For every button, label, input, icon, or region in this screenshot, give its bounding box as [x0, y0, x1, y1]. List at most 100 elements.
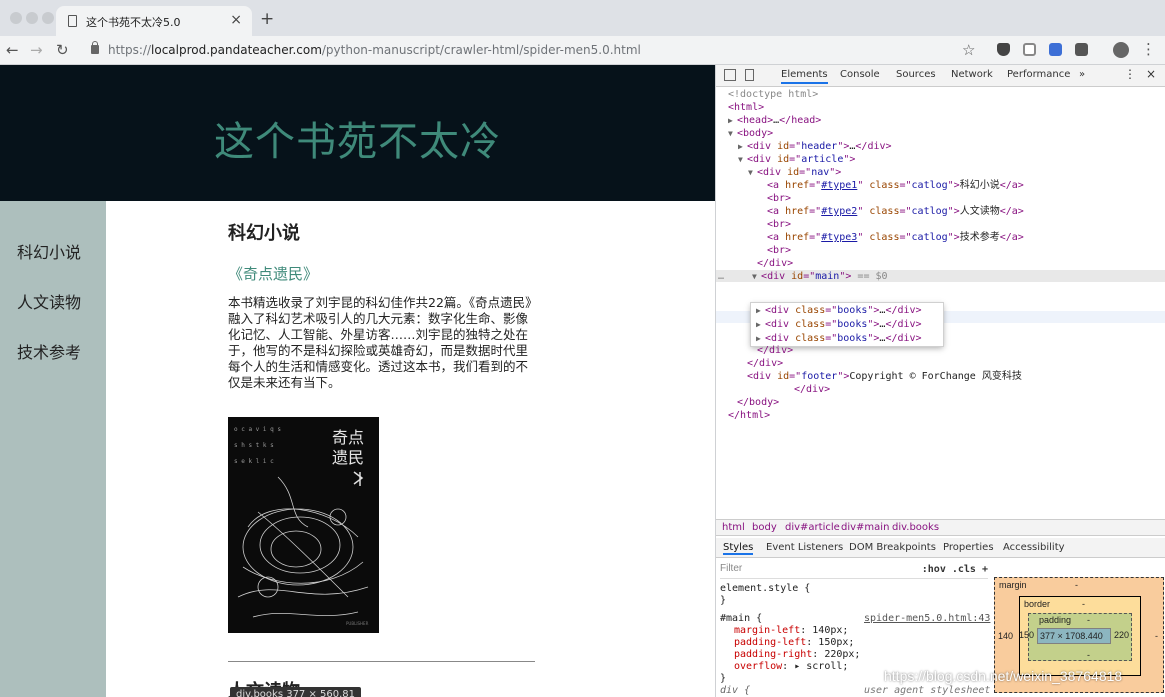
tab-console[interactable]: Console	[840, 69, 880, 80]
tab-event-listeners[interactable]: Event Listeners	[766, 542, 843, 553]
nav-link-scifi[interactable]: 科幻小说	[17, 239, 81, 263]
styles-subtab-bar: Styles Event Listeners DOM Breakpoints P…	[716, 538, 1165, 558]
more-tabs-icon[interactable]: »	[1079, 69, 1085, 80]
new-tab-icon[interactable]: +	[260, 9, 274, 29]
svg-text:s e k l i c: s e k l i c	[234, 458, 274, 465]
dom-br[interactable]: <br>	[767, 245, 791, 258]
element-style-rule[interactable]: element.style {	[720, 583, 810, 595]
breadcrumb-books[interactable]: div.books	[892, 522, 939, 533]
browser-tab-bar: 这个书苑不太冷5.0 × +	[0, 0, 1165, 36]
padding-label: padding	[1039, 615, 1072, 625]
dom-br[interactable]: <br>	[767, 219, 791, 232]
devtools-tab-bar: Elements Console Sources Network Perform…	[716, 65, 1165, 87]
tab-elements[interactable]: Elements	[781, 69, 828, 84]
margin-right-value[interactable]: -	[1155, 631, 1158, 641]
border-label: border	[1024, 599, 1051, 609]
back-icon[interactable]: ←	[6, 41, 19, 59]
dom-article[interactable]: ▼ <div id="article">	[738, 154, 855, 167]
address-bar[interactable]: https://localprod.pandateacher.com/pytho…	[108, 43, 641, 57]
dom-head[interactable]: ▶ <head>…</head>	[728, 115, 821, 128]
url-scheme: https://	[108, 43, 152, 57]
tab-styles[interactable]: Styles	[723, 542, 754, 555]
pocket-extension-icon[interactable]	[997, 43, 1010, 56]
styles-filter-input[interactable]: Filter :hov .cls +	[720, 563, 988, 579]
devtools-close-icon[interactable]: ×	[1146, 67, 1156, 81]
tab-close-icon[interactable]: ×	[230, 12, 242, 28]
breadcrumb-main[interactable]: div#main	[841, 522, 889, 533]
inspect-element-icon[interactable]	[724, 69, 736, 81]
padding-left-value[interactable]: 150	[1019, 630, 1034, 640]
page-icon	[68, 15, 77, 27]
margin-top-value[interactable]: -	[1075, 580, 1078, 590]
tab-properties[interactable]: Properties	[943, 542, 994, 553]
dom-body[interactable]: ▼ <body>	[728, 128, 773, 141]
dom-nav-link-2[interactable]: <a href="#type2" class="catlog">人文读物</a>	[767, 206, 1024, 219]
padding-bottom-value[interactable]: -	[1087, 650, 1090, 660]
dom-books-1[interactable]: ▶ <div class="books">…</div>	[756, 305, 922, 318]
rule-source-link[interactable]: spider-men5.0.html:43	[864, 613, 990, 625]
browser-tab[interactable]: 这个书苑不太冷5.0 ×	[56, 6, 252, 36]
shield-extension-icon[interactable]	[1023, 43, 1036, 56]
window-zoom-control[interactable]	[42, 12, 54, 24]
dom-main[interactable]: … ▼ <div id="main"> == $0	[718, 271, 888, 284]
tab-title: 这个书苑不太冷5.0	[86, 16, 181, 29]
dom-body-close[interactable]: </body>	[737, 397, 779, 410]
tab-performance[interactable]: Performance	[1007, 69, 1070, 80]
reload-icon[interactable]: ↻	[56, 41, 69, 59]
box-model-border: border - padding - 150 220 377 × 1708.44…	[1019, 596, 1141, 676]
content-size[interactable]: 377 × 1708.440	[1040, 631, 1103, 641]
dom-nav-link-1[interactable]: <a href="#type1" class="catlog">科幻小说</a>	[767, 180, 1024, 193]
border-top-value[interactable]: -	[1082, 599, 1085, 609]
extension-icon[interactable]	[1075, 43, 1088, 56]
dom-header[interactable]: ▶ <div id="header">…</div>	[738, 141, 892, 154]
user-agent-label: user agent stylesheet	[864, 685, 991, 696]
css-prop-row[interactable]: overflow: ▸ scroll;	[734, 661, 848, 673]
dom-nav-link-3[interactable]: <a href="#type3" class="catlog">技术参考</a>	[767, 232, 1024, 245]
book-title-link[interactable]: 《奇点遗民》	[228, 263, 318, 284]
book-cover-image: o c a v i q s s h s t k s s e k l i c 奇点…	[228, 417, 379, 633]
breadcrumb-article[interactable]: div#article	[785, 522, 840, 533]
menu-icon[interactable]: ⋮	[1141, 40, 1156, 58]
dom-nav[interactable]: ▼ <div id="nav">	[748, 167, 841, 180]
margin-left-value[interactable]: 140	[998, 631, 1013, 641]
tab-network[interactable]: Network	[951, 69, 993, 80]
nav-link-humanities[interactable]: 人文读物	[17, 289, 81, 313]
star-icon[interactable]: ☆	[962, 41, 975, 59]
breadcrumb: html body div#article div#main div.books	[716, 519, 1165, 536]
dom-main-close[interactable]: </div>	[757, 345, 793, 358]
dom-br[interactable]: <br>	[767, 193, 791, 206]
padding-top-value[interactable]: -	[1087, 615, 1090, 625]
window-minimize-control[interactable]	[26, 12, 38, 24]
dom-books-2[interactable]: ▶ <div class="books">…</div>	[756, 319, 922, 332]
css-prop-row[interactable]: margin-left: 140px;	[734, 625, 848, 637]
url-host: localprod.pandateacher.com	[151, 43, 322, 57]
dom-footer[interactable]: <div id="footer">Copyright © ForChange 风…	[747, 371, 1022, 384]
css-prop-row[interactable]: padding-left: 150px;	[734, 637, 854, 649]
tab-sources[interactable]: Sources	[896, 69, 936, 80]
dom-html-open[interactable]: <html>	[728, 102, 764, 115]
filter-options[interactable]: :hov .cls +	[922, 564, 988, 575]
dom-article-close[interactable]: </div>	[747, 358, 783, 371]
device-toolbar-icon[interactable]	[745, 69, 754, 81]
forward-icon[interactable]: →	[30, 41, 43, 59]
dom-footer-close[interactable]: </div>	[794, 384, 830, 397]
box-model-content: 377 × 1708.440	[1037, 628, 1111, 644]
dom-html-close[interactable]: </html>	[728, 410, 770, 423]
css-prop-row[interactable]: padding-right: 220px;	[734, 649, 860, 661]
devtools-panel: Elements Console Sources Network Perform…	[715, 65, 1165, 697]
site-nav: 科幻小说 人文读物 技术参考	[0, 201, 106, 697]
breadcrumb-html[interactable]: html	[722, 522, 745, 533]
cover-title: 奇点	[332, 428, 364, 447]
devtools-menu-icon[interactable]: ⋮	[1124, 67, 1136, 81]
nav-link-tech[interactable]: 技术参考	[17, 339, 81, 363]
div-rule-selector[interactable]: div {	[720, 685, 750, 697]
dom-nav-close[interactable]: </div>	[757, 258, 793, 271]
padding-right-value[interactable]: 220	[1114, 630, 1129, 640]
breadcrumb-body[interactable]: body	[752, 522, 777, 533]
main-rule-selector[interactable]: #main {	[720, 613, 762, 625]
profile-avatar-icon[interactable]	[1113, 42, 1129, 58]
tab-accessibility[interactable]: Accessibility	[1003, 542, 1065, 553]
jh-extension-icon[interactable]	[1049, 43, 1062, 56]
tab-dom-breakpoints[interactable]: DOM Breakpoints	[849, 542, 936, 553]
window-close-control[interactable]	[10, 12, 22, 24]
